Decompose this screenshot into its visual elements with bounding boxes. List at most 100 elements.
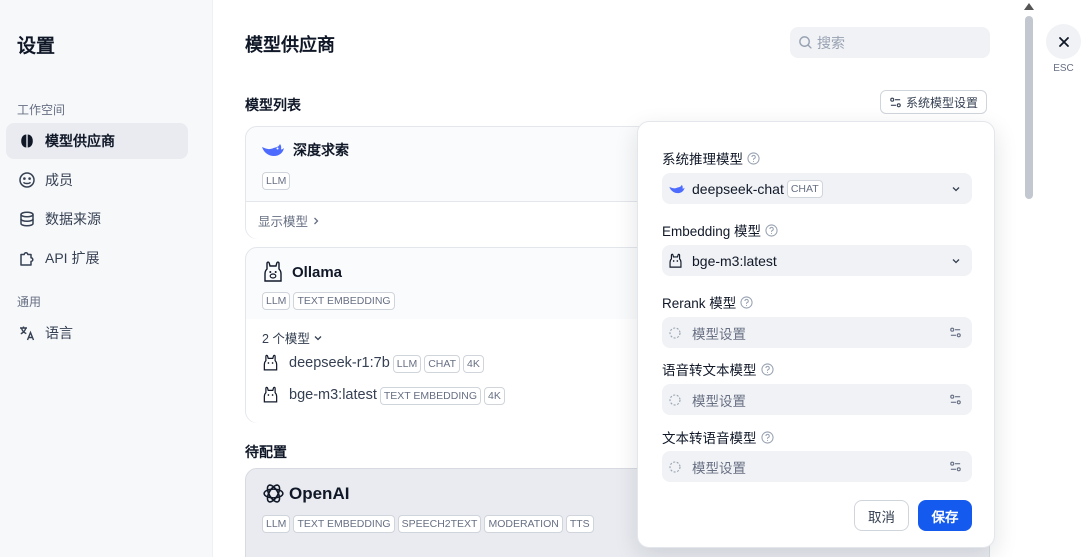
system-model-settings-label: 系统模型设置 [906,95,979,110]
scroll-up-arrow-icon[interactable] [1024,3,1034,10]
chevron-down-icon [952,186,960,191]
sidebar-item-label: 数据来源 [45,211,101,227]
help-icon[interactable] [747,151,760,165]
group-label-general: 通用 [17,295,42,309]
close-button[interactable] [1046,24,1081,59]
system-reasoning-model-select[interactable]: deepseek-chat CHAT [662,173,972,204]
model-type-tag: TEXT EMBEDDING [293,292,395,310]
sidebar-item-label: 语言 [45,325,73,341]
model-type-tag: SPEECH2TEXT [397,515,482,533]
settings-sidebar: 设置 工作空间 模型供应商 成员 数据来源 API 扩展 通用 语言 [0,0,213,557]
speech-to-text-model-select[interactable]: 模型设置 [662,384,972,415]
sidebar-item-language[interactable]: 语言 [6,315,188,351]
field-label-text: Embedding 模型 [662,224,762,239]
provider-name: OpenAI [289,483,350,503]
field-label-speech-to-text-model: 语音转文本模型 [662,359,774,379]
field-label-text: 系统推理模型 [662,152,743,167]
field-label-text: 语音转文本模型 [662,363,757,378]
system-model-settings-panel: 系统推理模型 deepseek-chat CHAT Embedding 模型 b… [637,121,995,548]
chevron-down-icon [952,258,960,263]
settings-sliders-icon [950,327,961,338]
model-list-title: 模型列表 [245,97,301,113]
embedding-model-select[interactable]: bge-m3:latest [662,245,972,276]
models-count-label: 2 个模型 [262,332,310,346]
settings-sliders-icon [890,97,901,107]
model-tag: LLM [392,354,422,373]
model-tag: 4K [463,354,484,373]
ollama-llama-icon [263,386,278,403]
cube-placeholder-icon [669,326,681,339]
field-label-text: Rerank 模型 [662,296,737,311]
database-icon [18,210,36,228]
sidebar-item-api-extension[interactable]: API 扩展 [6,240,188,276]
selected-model-name: bge-m3:latest [692,252,777,269]
scrollbar-thumb[interactable] [1025,16,1033,199]
ollama-llama-icon [669,253,682,268]
model-tag: CHAT [786,179,823,198]
help-icon[interactable] [765,223,778,237]
help-icon[interactable] [760,430,774,444]
model-type-tag: MODERATION [484,515,563,533]
field-label-embedding-model: Embedding 模型 [662,220,778,240]
close-icon [1058,36,1069,47]
models-toggle[interactable]: 2 个模型 [262,328,323,347]
deepseek-whale-icon [669,184,685,193]
field-label-text: 文本转语音模型 [662,431,757,446]
model-name: bge-m3:latest [289,387,377,403]
provider-name: Ollama [292,263,343,281]
search-icon [799,36,812,49]
rerank-model-select[interactable]: 模型设置 [662,317,972,348]
placeholder-text: 模型设置 [692,326,746,342]
translate-icon [18,324,36,342]
openai-logo-icon [263,484,284,503]
ollama-llama-icon [264,261,282,282]
deepseek-whale-icon [262,144,284,156]
page-title: 模型供应商 [245,35,335,55]
model-name: deepseek-r1:7b [289,355,390,371]
provider-name: 深度求索 [293,142,349,158]
settings-sliders-icon [950,394,961,405]
placeholder-text: 模型设置 [692,393,746,409]
system-model-settings-button[interactable]: 系统模型设置 [880,90,988,114]
cancel-button[interactable]: 取消 [854,500,909,531]
puzzle-icon [18,249,36,267]
brain-icon [18,132,36,150]
cube-placeholder-icon [669,460,681,473]
field-label-rerank-model: Rerank 模型 [662,292,753,312]
group-label-workspace: 工作空间 [17,103,66,117]
model-type-tag: LLM [262,515,291,533]
ollama-llama-icon [263,354,278,371]
model-type-tag: LLM [262,292,291,310]
model-tag: CHAT [424,354,461,373]
model-row: bge-m3:latest TEXT EMBEDDING 4K [262,385,508,405]
field-label-text-to-speech-model: 文本转语音模型 [662,427,774,447]
model-type-tag: LLM [262,172,291,190]
search-box[interactable] [790,27,990,58]
chevron-down-icon [314,335,322,340]
field-label-system-reasoning-model: 系统推理模型 [662,148,760,168]
show-models-label: 显示模型 [258,215,309,229]
model-type-tag: TTS [565,515,594,533]
save-button[interactable]: 保存 [918,500,972,531]
search-input[interactable] [817,34,977,51]
sidebar-item-data-source[interactable]: 数据来源 [6,201,188,237]
sidebar-item-label: 模型供应商 [45,133,115,149]
sidebar-item-model-provider[interactable]: 模型供应商 [6,123,188,159]
esc-hint: ESC [1053,63,1074,74]
sidebar-item-label: API 扩展 [45,250,100,266]
settings-title: 设置 [17,36,56,57]
settings-sliders-icon [950,461,961,472]
text-to-speech-model-select[interactable]: 模型设置 [662,451,972,482]
members-icon [18,171,36,189]
help-icon[interactable] [760,362,774,376]
sidebar-item-members[interactable]: 成员 [6,162,188,198]
show-models-toggle[interactable]: 显示模型 [258,211,321,230]
help-icon[interactable] [740,295,753,309]
sidebar-item-label: 成员 [45,172,73,188]
model-tag: TEXT EMBEDDING [379,386,482,405]
model-tag: 4K [484,386,505,405]
chevron-right-icon [314,217,319,224]
model-type-tag: TEXT EMBEDDING [293,515,395,533]
selected-model-name: deepseek-chat [692,180,784,197]
pending-config-title: 待配置 [245,444,287,460]
